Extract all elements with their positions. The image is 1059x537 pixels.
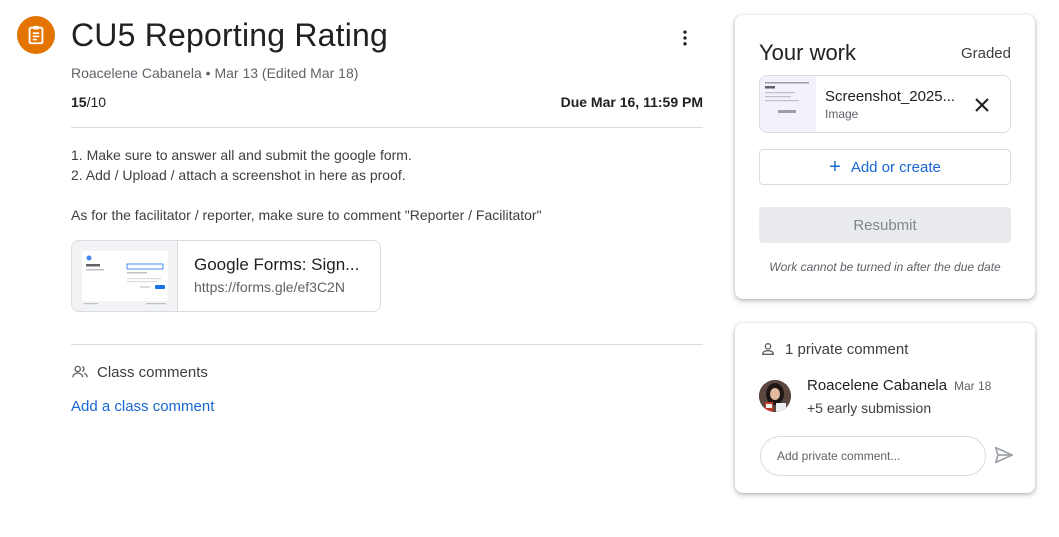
- class-comments-label: Class comments: [97, 364, 208, 381]
- file-name: Screenshot_2025...: [825, 88, 956, 105]
- private-comment-count: 1 private comment: [785, 341, 909, 358]
- status-badge: Graded: [960, 45, 1011, 62]
- comment-text: +5 early submission: [807, 400, 932, 416]
- add-or-create-button[interactable]: + Add or create: [759, 149, 1011, 185]
- file-thumbnail: [760, 76, 816, 132]
- header-divider: [71, 127, 703, 128]
- close-icon: [975, 98, 989, 112]
- person-icon: [760, 341, 776, 362]
- avatar: [759, 380, 791, 412]
- score-value: 15: [71, 94, 87, 110]
- instruction-line: As for the facilitator / reporter, make …: [71, 207, 542, 223]
- send-button[interactable]: [992, 443, 1016, 467]
- due-date: Due Mar 16, 11:59 PM: [560, 94, 703, 110]
- submitted-file[interactable]: Screenshot_2025... Image: [759, 75, 1011, 133]
- attachment-card[interactable]: Google Forms: Sign... https://forms.gle/…: [71, 240, 381, 312]
- points: 15/10: [71, 94, 106, 110]
- instruction-line: 1. Make sure to answer all and submit th…: [71, 147, 412, 163]
- add-or-create-label: Add or create: [850, 158, 941, 176]
- page-title: CU5 Reporting Rating: [71, 17, 389, 53]
- attachment-url: https://forms.gle/ef3C2N: [194, 279, 345, 295]
- attachment-thumbnail: [72, 241, 178, 311]
- plus-icon: +: [829, 156, 841, 178]
- instruction-line: [71, 185, 542, 205]
- instructions: 1. Make sure to answer all and submit th…: [71, 145, 542, 225]
- posted-date: Mar 13 (Edited Mar 18): [214, 65, 359, 81]
- your-work-title: Your work: [759, 40, 857, 65]
- more-vert-icon: [683, 30, 687, 46]
- late-submission-note: Work cannot be turned in after the due d…: [769, 260, 1001, 274]
- instruction-line: 2. Add / Upload / attach a screenshot in…: [71, 167, 406, 183]
- file-type: Image: [825, 107, 859, 121]
- comment-date: Mar 18: [954, 379, 992, 393]
- attachment-title: Google Forms: Sign...: [194, 255, 360, 274]
- add-class-comment-link[interactable]: Add a class comment: [71, 398, 214, 415]
- more-options-button[interactable]: [669, 22, 701, 54]
- max-points: /10: [86, 94, 107, 110]
- comment-author: Roacelene Cabanela: [807, 377, 948, 394]
- comments-divider: [71, 344, 703, 345]
- assignment-icon: [17, 16, 55, 54]
- assignment-meta: Roacelene Cabanela • Mar 13 (Edited Mar …: [71, 65, 358, 81]
- remove-file-button[interactable]: [970, 93, 994, 117]
- send-icon: [994, 446, 1014, 464]
- resubmit-button[interactable]: Resubmit: [759, 207, 1011, 243]
- private-comment-input[interactable]: [760, 436, 986, 476]
- people-icon: [71, 363, 89, 386]
- meta-separator: •: [201, 65, 215, 81]
- author-name: Roacelene Cabanela: [71, 65, 202, 81]
- your-work-card: Your work Graded Screenshot_2025... Imag…: [735, 15, 1035, 299]
- private-comments-card: 1 private comment Roacelene Cabanela Mar…: [735, 323, 1035, 493]
